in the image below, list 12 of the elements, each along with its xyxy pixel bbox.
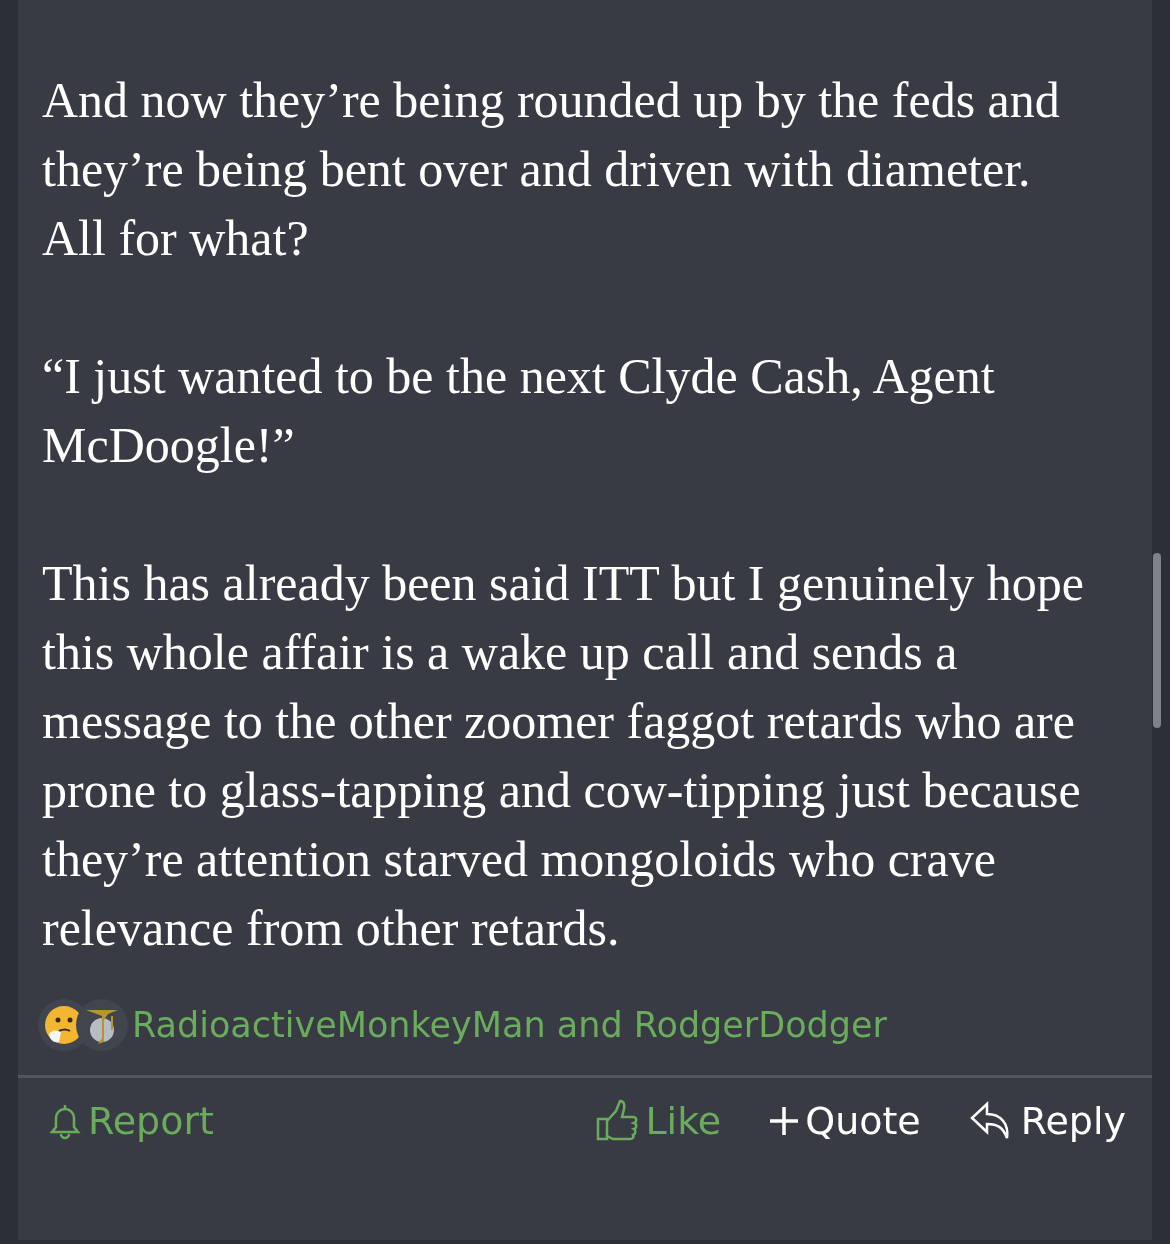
reaction-users-link[interactable]: RadioactiveMonkeyMan and RodgerDodger [132,1005,887,1045]
post-paragraph: This has already been said ITT but I genuinely hope this whole affair is a wake up call and sends a message to the other zoomer faggot retards who are prone to glass-tapping and cow-tipping just because they’re attention starved mongoloids who crave relevance from other retards. [42,554,1085,958]
bell-icon [48,1102,82,1140]
thumbs-up-icon [595,1099,640,1143]
reply-button[interactable]: Reply [968,1099,1126,1143]
quote-button[interactable]: Quote [769,1099,921,1143]
post-paragraph: “I just wanted to be the next Clyde Cash, Agent McDoogle!” [42,347,996,475]
like-button[interactable]: Like [595,1099,722,1143]
post-paragraph: And now they’re being rounded up by the feds and they’re being bent over and driven with diameter. All for what? [42,71,1061,268]
report-button[interactable]: Report [48,1099,214,1143]
plus-icon [769,1106,800,1136]
scrollbar-thumb[interactable] [1153,553,1161,728]
